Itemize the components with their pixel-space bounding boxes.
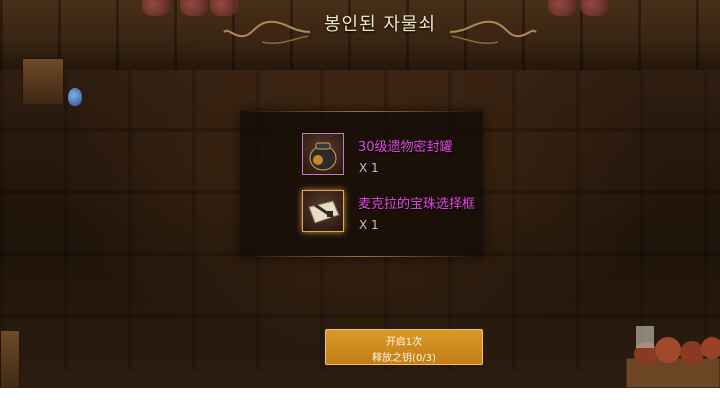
jar-decoration-icon [142,0,170,16]
game-scene: 봉인된 자물쇠 30级遗物密封罐 X 1 麦克拉的宝珠选择框 X 1 开启1次 … [0,0,720,388]
reward-panel: 30级遗物密封罐 X 1 麦克拉的宝珠选择框 X 1 [240,111,483,257]
reward-quantity: X 1 [359,161,379,175]
jar-decoration-icon [180,0,208,16]
crate-decoration [22,58,64,105]
crate-decoration [0,330,20,388]
open-button-label: 开启1次 [385,337,423,348]
reward-name: 30级遗物密封罐 [358,140,453,155]
jar-decoration-icon [580,0,608,16]
reward-item[interactable]: 麦克拉的宝珠选择框 X 1 [302,190,482,236]
open-button[interactable]: 开启1次 释放之钥(0/3) [325,329,483,365]
sealed-jar-icon [302,133,344,175]
jar-decoration-icon [548,0,576,16]
reward-item[interactable]: 30级遗物密封罐 X 1 [302,133,482,179]
reward-quantity: X 1 [359,218,379,232]
reward-name: 麦克拉的宝珠选择框 [358,197,476,212]
selection-box-icon [302,190,344,232]
treasure-basket-icon [625,326,720,388]
key-count-label: 释放之钥(0/3) [372,353,436,364]
title-banner: 봉인된 자물쇠 [223,0,537,52]
potion-icon [68,88,82,106]
page-title: 봉인된 자물쇠 [323,14,437,35]
